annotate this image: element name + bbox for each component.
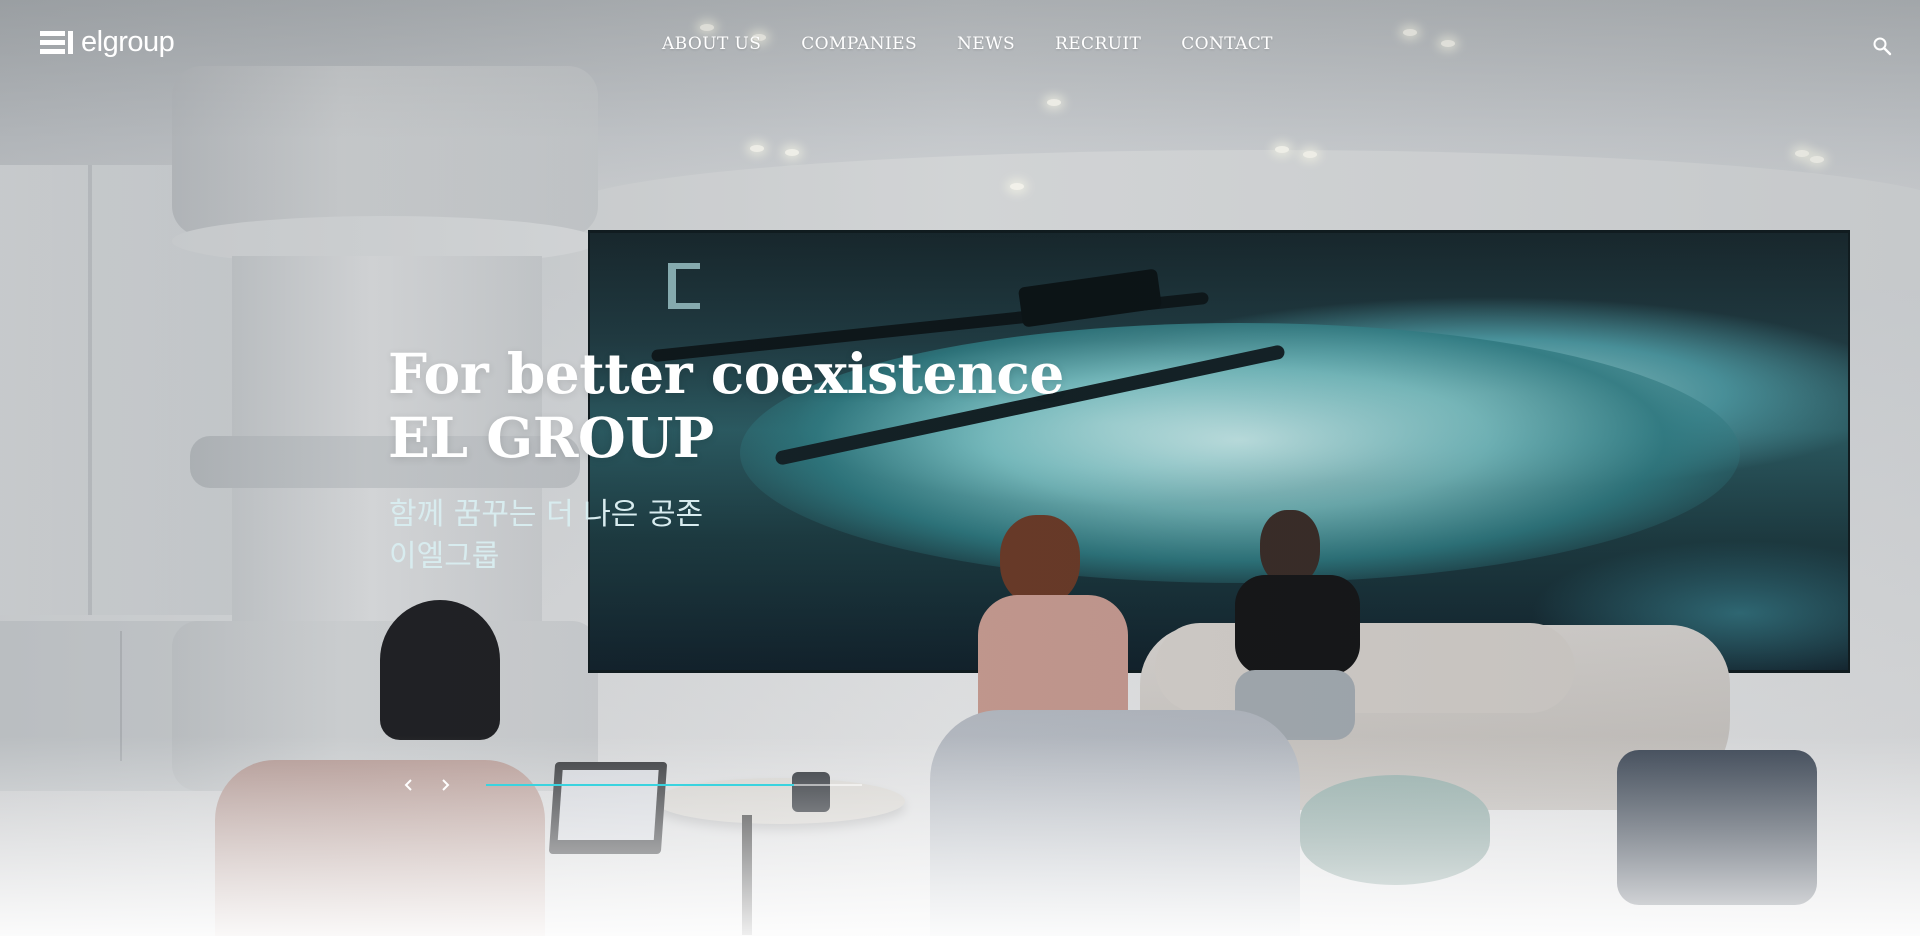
nav-item-contact[interactable]: CONTACT: [1181, 34, 1273, 54]
hero-subtitle: 함께 꿈꾸는 더 나은 공존 이엘그룹: [389, 494, 703, 578]
logo-mark-icon: [40, 31, 73, 54]
nav-item-companies[interactable]: COMPANIES: [801, 34, 917, 54]
chevron-right-icon: [442, 779, 450, 791]
slider-progress-fill: [486, 784, 795, 786]
main-nav: ABOUT US COMPANIES NEWS RECRUIT CONTACT: [662, 34, 1313, 54]
site-header: elgroup ABOUT US COMPANIES NEWS RECRUIT …: [0, 0, 1920, 92]
slider-prev-button[interactable]: [400, 774, 418, 796]
brand-logo[interactable]: elgroup: [40, 26, 175, 58]
hero-subtitle-line: 이엘그룹: [389, 539, 500, 574]
nav-item-recruit[interactable]: RECRUIT: [1055, 34, 1141, 54]
search-icon: [1873, 37, 1892, 56]
hero-title: For better coexistence EL GROUP: [388, 342, 1064, 470]
slider-progress-bar: [486, 784, 862, 786]
hero-subtitle-line: 함께 꿈꾸는 더 나은 공존: [389, 497, 704, 532]
brand-name: elgroup: [81, 26, 175, 58]
search-button[interactable]: [1872, 36, 1892, 56]
nav-item-news[interactable]: NEWS: [957, 34, 1015, 54]
nav-item-about-us[interactable]: ABOUT US: [662, 34, 761, 54]
chevron-left-icon: [404, 779, 412, 791]
slider-controls: [400, 774, 454, 796]
hero-title-line: EL GROUP: [388, 405, 714, 470]
hero-title-line: For better coexistence: [388, 341, 1064, 406]
slider-next-button[interactable]: [436, 774, 454, 796]
